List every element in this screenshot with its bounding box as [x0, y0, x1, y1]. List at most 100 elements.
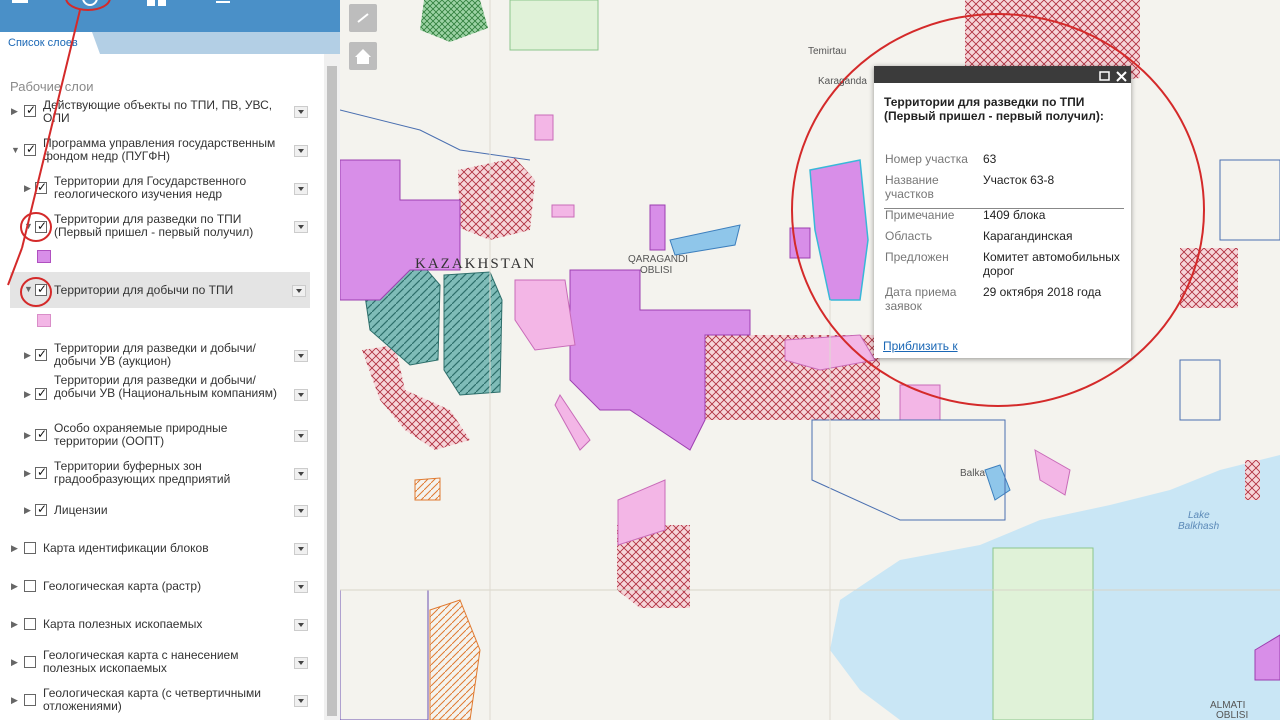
layer-checkbox[interactable]: [24, 542, 36, 554]
layer-row[interactable]: ▶ Карта полезных ископаемых: [0, 614, 322, 636]
layer-row[interactable]: ▶ Территории для разведки и добычи/ добы…: [0, 341, 322, 371]
expand-arrow-icon[interactable]: ▶: [11, 619, 18, 630]
panel-scrollbar-thumb[interactable]: [327, 66, 337, 716]
expand-arrow-icon[interactable]: ▶: [11, 543, 18, 554]
layer-row[interactable]: ▶ Территории буферных зон градообразующи…: [0, 459, 322, 489]
close-icon[interactable]: [1116, 69, 1127, 87]
layer-row[interactable]: ▶ Геологическая карта с нанесением полез…: [0, 648, 322, 678]
teal-hatched-area: [443, 271, 503, 396]
layer-checkbox[interactable]: [35, 465, 47, 479]
layer-checkbox[interactable]: [24, 694, 36, 706]
layer-options-button[interactable]: [294, 468, 308, 480]
layer-options-button[interactable]: [294, 581, 308, 593]
popup-titlebar: [874, 66, 1131, 83]
basemap-icon[interactable]: [145, 0, 169, 10]
tab-layer-list[interactable]: Список слоев: [0, 32, 100, 54]
layer-options-button[interactable]: [294, 505, 308, 517]
layer-row-selected[interactable]: ▼ Территории для добычи по ТПИ: [10, 272, 310, 308]
layer-label: Геологическая карта с нанесением полезны…: [43, 648, 239, 675]
layer-row[interactable]: ▶ Геологическая карта (с четвертичными о…: [0, 686, 322, 716]
map-label-city: Balka: [960, 468, 986, 479]
layer-options-button[interactable]: [294, 430, 308, 442]
layer-options-button[interactable]: [294, 619, 308, 631]
layer-options-button[interactable]: [294, 106, 308, 118]
legend-icon[interactable]: [8, 0, 32, 10]
layer-checkbox[interactable]: [35, 347, 47, 361]
layer-checkbox[interactable]: [35, 427, 47, 441]
expand-arrow-icon[interactable]: ▶: [11, 581, 18, 592]
layer-row[interactable]: ▶ Территории для разведки и добычи/ добы…: [0, 374, 322, 418]
layer-checkbox[interactable]: [35, 219, 47, 233]
layer-label: Действующие объекты по ТПИ, ПВ, УВС, ОПИ: [43, 98, 273, 125]
water-body: [669, 224, 741, 256]
extraction-area: [554, 394, 591, 451]
layer-checkbox[interactable]: [24, 580, 36, 592]
expand-arrow-icon[interactable]: ▶: [24, 430, 31, 441]
map-canvas: [340, 0, 1280, 720]
layer-checkbox[interactable]: [35, 386, 47, 400]
home-button[interactable]: [349, 42, 377, 70]
field-key: Примечание: [885, 208, 955, 222]
field-key: Название участков: [885, 173, 939, 201]
layer-checkbox[interactable]: [35, 180, 47, 194]
hatched-area: [1245, 460, 1260, 500]
layer-row[interactable]: ▶ Лицензии: [0, 500, 322, 522]
expand-arrow-icon[interactable]: ▶: [24, 505, 31, 516]
layer-options-button[interactable]: [294, 543, 308, 555]
map-view[interactable]: KAZAKHSTAN QARAGANDI OBLISI Temirtau Kar…: [340, 0, 1280, 720]
layer-checkbox[interactable]: [24, 618, 36, 630]
share-icon[interactable]: [212, 0, 236, 10]
layer-options-button[interactable]: [294, 389, 308, 401]
map-label-country: KAZAKHSTAN: [415, 256, 537, 272]
layer-checkbox[interactable]: [24, 656, 36, 668]
layer-row[interactable]: ▶ Геологическая карта (растр): [0, 576, 322, 598]
layer-checkbox[interactable]: [24, 142, 36, 156]
expand-arrow-icon[interactable]: ▶: [11, 106, 18, 117]
green-zone: [509, 0, 599, 51]
layer-row[interactable]: ▶ Действующие объекты по ТПИ, ПВ, УВС, О…: [0, 97, 322, 127]
collapse-arrow-icon[interactable]: ▼: [24, 284, 33, 294]
expand-arrow-icon[interactable]: ▶: [11, 695, 18, 706]
layer-checkbox[interactable]: [35, 502, 47, 516]
layer-checkbox[interactable]: [35, 282, 47, 296]
legend-swatch-tpi: [37, 250, 51, 263]
layer-options-button[interactable]: [292, 285, 306, 297]
layer-row[interactable]: ▼ Территории для разведки по ТПИ (Первый…: [0, 212, 322, 242]
layer-options-button[interactable]: [294, 145, 308, 157]
layer-options-button[interactable]: [294, 183, 308, 195]
orange-hatched-area: [429, 599, 481, 720]
collapse-arrow-icon[interactable]: ▼: [11, 145, 20, 155]
layer-panel: Список слоев Рабочие слои ▶ Действующие …: [0, 0, 340, 720]
layer-checkbox[interactable]: [24, 103, 36, 117]
popup-title: Территории для разведки по ТПИ (Первый п…: [884, 95, 1104, 123]
collapse-arrow-icon[interactable]: ▼: [24, 221, 33, 231]
field-key: Дата приема заявок: [885, 285, 957, 313]
layer-row[interactable]: ▶ Карта идентификации блоков: [0, 538, 322, 560]
layer-options-button[interactable]: [294, 657, 308, 669]
layers-icon[interactable]: [78, 0, 102, 10]
layer-row[interactable]: ▶ Территории для Государственного геолог…: [0, 174, 322, 204]
layer-options-button[interactable]: [294, 350, 308, 362]
boundary-line: [1179, 359, 1221, 421]
layer-row[interactable]: ▼ Программа управления государственным ф…: [0, 136, 322, 166]
expand-arrow-icon[interactable]: ▶: [24, 389, 31, 400]
boundary-line: [340, 589, 429, 720]
field-value: 63: [983, 152, 997, 166]
expand-arrow-icon[interactable]: ▶: [11, 657, 18, 668]
maximize-icon[interactable]: [1099, 69, 1110, 87]
boundary-line: [1219, 159, 1280, 241]
expand-arrow-icon[interactable]: ▶: [24, 350, 31, 361]
zoom-to-link[interactable]: Приблизить к: [883, 339, 958, 353]
map-label-lake: Lake: [1188, 510, 1210, 521]
zoom-out-button[interactable]: [349, 4, 377, 32]
extraction-area: [534, 114, 554, 141]
expand-arrow-icon[interactable]: ▶: [24, 468, 31, 479]
green-zone: [992, 547, 1094, 720]
field-key: Номер участка: [885, 152, 968, 166]
layer-options-button[interactable]: [294, 221, 308, 233]
expand-arrow-icon[interactable]: ▶: [24, 183, 31, 194]
layer-row[interactable]: ▶ Особо охраняемые природные территории …: [0, 421, 322, 451]
hatched-area: [1180, 248, 1238, 308]
map-label-city: Karaganda: [818, 76, 867, 87]
layer-options-button[interactable]: [294, 695, 308, 707]
